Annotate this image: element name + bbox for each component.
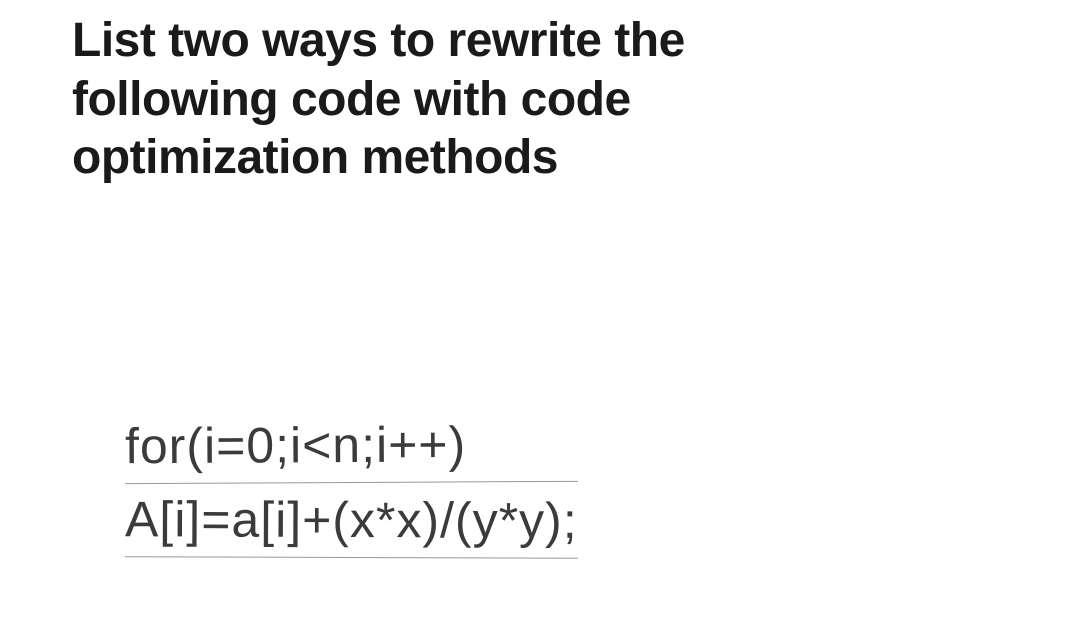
question-heading: List two ways to rewrite the following c… [72,12,685,188]
question-line-1: List two ways to rewrite the [72,14,685,67]
handwritten-code: for(i=0;i<n;i++) A[i]=a[i]+(x*x)/(y*y); [125,410,578,558]
code-line-2: A[i]=a[i]+(x*x)/(y*y); [125,484,578,559]
code-line-1: for(i=0;i<n;i++) [125,409,578,484]
question-line-3: optimization methods [72,131,558,184]
question-line-2: following code with code [72,73,631,126]
